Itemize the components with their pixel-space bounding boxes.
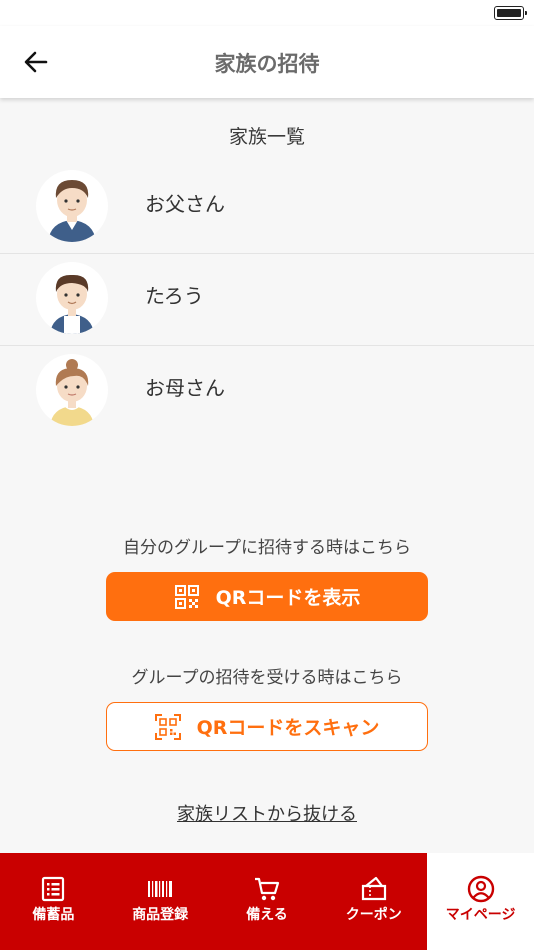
list-icon	[42, 876, 65, 902]
bottom-tab-bar: 備蓄品 商品登録 備える クーポン マイページ	[0, 853, 534, 950]
tab-label: 商品登録	[132, 907, 189, 923]
family-member-row[interactable]: お母さん	[0, 346, 534, 438]
show-qr-button[interactable]: QRコードを表示	[106, 572, 428, 621]
tab-label: 備える	[246, 907, 288, 923]
tab-stock[interactable]: 備蓄品	[0, 853, 107, 950]
user-circle-icon	[467, 875, 494, 903]
scan-qr-button[interactable]: QRコードをスキャン	[106, 702, 428, 751]
tab-label: クーポン	[345, 907, 402, 923]
member-name: お母さん	[145, 376, 225, 400]
tab-coupon[interactable]: クーポン	[320, 853, 427, 950]
qr-scan-icon	[154, 713, 181, 740]
coupon-icon	[361, 876, 386, 901]
show-qr-prompt: 自分のグループに招待する時はこちら	[123, 538, 411, 558]
battery-icon	[494, 6, 527, 20]
qr-code-icon	[174, 584, 199, 609]
family-member-row[interactable]: お父さん	[0, 162, 534, 254]
member-name: たろう	[145, 284, 204, 308]
scan-qr-label: QRコードをスキャン	[196, 717, 380, 739]
status-bar	[0, 0, 534, 26]
mother-avatar	[36, 354, 108, 426]
tab-product-register[interactable]: 商品登録	[107, 853, 214, 950]
tab-mypage[interactable]: マイページ	[427, 853, 534, 950]
tab-label: マイページ	[445, 907, 516, 923]
page-title: 家族の招待	[214, 52, 320, 76]
father-avatar	[36, 170, 108, 242]
cart-icon	[254, 877, 280, 901]
show-qr-label: QRコードを表示	[215, 587, 361, 609]
app-header: 家族の招待	[0, 26, 534, 98]
family-member-row[interactable]: たろう	[0, 254, 534, 346]
leave-family-link[interactable]: 家族リストから抜ける	[0, 800, 534, 826]
tab-prepare[interactable]: 備える	[214, 853, 321, 950]
tab-label: 備蓄品	[32, 907, 75, 923]
scan-qr-prompt: グループの招待を受ける時はこちら	[131, 668, 403, 688]
member-name: お父さん	[145, 192, 225, 216]
family-list-title: 家族一覧	[228, 126, 305, 148]
boy-avatar	[36, 262, 108, 334]
barcode-icon	[148, 881, 173, 897]
